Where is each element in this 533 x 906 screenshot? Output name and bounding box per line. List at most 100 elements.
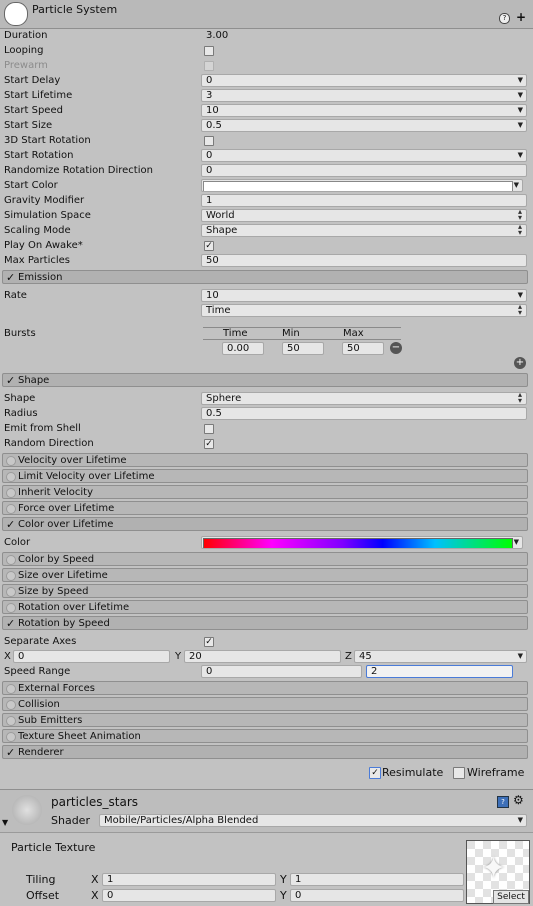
start-delay-field[interactable]: 0 ▼: [201, 74, 527, 87]
chevron-down-icon[interactable]: ▼: [518, 105, 523, 116]
looping-checkbox[interactable]: [204, 46, 214, 56]
color-gradient-field[interactable]: ▼: [201, 536, 523, 549]
module-toggle-icon[interactable]: [6, 555, 16, 565]
x-axis-label: X: [4, 651, 11, 662]
module-sub-emitters[interactable]: Sub Emitters: [2, 713, 528, 727]
module-texture-sheet-animation[interactable]: Texture Sheet Animation: [2, 729, 528, 743]
burst-min-field[interactable]: 50: [282, 342, 324, 355]
chevron-down-icon[interactable]: ▼: [514, 180, 519, 191]
offset-y-field[interactable]: 0: [290, 889, 464, 902]
module-toggle-icon[interactable]: [6, 472, 16, 482]
start-color-field[interactable]: ▼: [201, 179, 523, 192]
module-label: Size by Speed: [18, 586, 89, 597]
module-toggle-icon[interactable]: [6, 504, 16, 514]
resimulate-checkbox[interactable]: ✓: [369, 767, 381, 779]
start-color-swatch[interactable]: [203, 181, 513, 191]
module-rotation-over-lifetime[interactable]: Rotation over Lifetime: [2, 600, 528, 614]
max-particles-field[interactable]: 50: [201, 254, 527, 267]
module-shape[interactable]: ✓ Shape: [2, 373, 528, 387]
start-size-field[interactable]: 0.5 ▼: [201, 119, 527, 132]
foldout-arrow-icon[interactable]: ▼: [2, 818, 8, 827]
module-size-by-speed[interactable]: Size by Speed: [2, 584, 528, 598]
shape-select[interactable]: Sphere ▴ ▾: [201, 392, 527, 405]
burst-time-field[interactable]: 0.00: [222, 342, 264, 355]
remove-burst-icon[interactable]: −: [390, 342, 402, 354]
color-over-lifetime-checkbox-icon[interactable]: ✓: [6, 518, 15, 531]
chevron-down-icon[interactable]: ▼: [518, 651, 523, 662]
speed-range-max-field[interactable]: 2: [366, 665, 513, 678]
module-toggle-icon[interactable]: [6, 603, 16, 613]
module-size-over-lifetime[interactable]: Size over Lifetime: [2, 568, 528, 582]
material-help-icon[interactable]: ?: [497, 796, 509, 808]
texture-thumbnail[interactable]: ✦ Select: [466, 840, 530, 904]
shape-checkbox-icon[interactable]: ✓: [6, 374, 15, 387]
wireframe-checkbox[interactable]: [453, 767, 465, 779]
start-rotation-field[interactable]: 0 ▼: [201, 149, 527, 162]
renderer-checkbox-icon[interactable]: ✓: [6, 746, 15, 759]
module-renderer[interactable]: ✓ Renderer: [2, 745, 528, 759]
rate-field[interactable]: 10 ▼: [201, 289, 527, 302]
x-axis-field[interactable]: 0: [13, 650, 170, 663]
plus-icon[interactable]: +: [516, 11, 526, 23]
module-force-over-lifetime[interactable]: Force over Lifetime: [2, 501, 528, 515]
module-toggle-icon[interactable]: [6, 716, 16, 726]
emission-checkbox-icon[interactable]: ✓: [6, 271, 15, 284]
module-toggle-icon[interactable]: [6, 571, 16, 581]
duration-field[interactable]: 3.00: [201, 29, 527, 42]
emit-from-shell-checkbox[interactable]: [204, 424, 214, 434]
help-icon[interactable]: ?: [499, 13, 510, 24]
rotation-by-speed-checkbox-icon[interactable]: ✓: [6, 617, 15, 630]
simulation-space-label: Simulation Space: [4, 210, 91, 221]
module-velocity-over-lifetime[interactable]: Velocity over Lifetime: [2, 453, 528, 467]
gravity-field[interactable]: 1: [201, 194, 527, 207]
tiling-x-field[interactable]: 1: [102, 873, 276, 886]
module-toggle-icon[interactable]: [6, 700, 16, 710]
shader-select[interactable]: Mobile/Particles/Alpha Blended ▼: [99, 814, 527, 827]
module-limit-velocity[interactable]: Limit Velocity over Lifetime: [2, 469, 528, 483]
start-3d-rotation-checkbox[interactable]: [204, 136, 214, 146]
start-speed-field[interactable]: 10 ▼: [201, 104, 527, 117]
module-color-over-lifetime[interactable]: ✓ Color over Lifetime: [2, 517, 528, 531]
module-collision[interactable]: Collision: [2, 697, 528, 711]
radius-field[interactable]: 0.5: [201, 407, 527, 420]
module-toggle-icon[interactable]: [6, 587, 16, 597]
offset-x-field[interactable]: 0: [102, 889, 276, 902]
module-toggle-icon[interactable]: [6, 488, 16, 498]
chevron-down-icon[interactable]: ▼: [518, 75, 523, 86]
random-direction-checkbox[interactable]: ✓: [204, 439, 214, 449]
speed-range-min-field[interactable]: 0: [201, 665, 362, 678]
chevron-down-icon[interactable]: ▼: [518, 90, 523, 101]
chevron-down-icon[interactable]: ▼: [518, 120, 523, 131]
module-label: Limit Velocity over Lifetime: [18, 471, 155, 482]
separate-axes-checkbox[interactable]: ✓: [204, 637, 214, 647]
chevron-down-icon[interactable]: ▼: [518, 290, 523, 301]
scaling-mode-select[interactable]: Shape ▴ ▾: [201, 224, 527, 237]
randomize-rotation-label: Randomize Rotation Direction: [4, 165, 153, 176]
start-lifetime-field[interactable]: 3 ▼: [201, 89, 527, 102]
color-gradient-swatch[interactable]: [203, 538, 513, 548]
chevron-down-icon[interactable]: ▼: [518, 150, 523, 161]
gear-icon[interactable]: ⚙: [513, 793, 524, 807]
z-axis-field[interactable]: 45 ▼: [354, 650, 527, 663]
module-color-by-speed[interactable]: Color by Speed: [2, 552, 528, 566]
module-external-forces[interactable]: External Forces: [2, 681, 528, 695]
add-burst-icon[interactable]: +: [514, 357, 526, 369]
randomize-rotation-field[interactable]: 0: [201, 164, 527, 177]
module-toggle-icon[interactable]: [6, 456, 16, 466]
module-inherit-velocity[interactable]: Inherit Velocity: [2, 485, 528, 499]
module-toggle-icon[interactable]: [6, 732, 16, 742]
max-particles-label: Max Particles: [4, 255, 71, 266]
burst-max-field[interactable]: 50: [342, 342, 384, 355]
y-axis-field[interactable]: 20: [184, 650, 341, 663]
chevron-down-icon[interactable]: ▼: [514, 537, 519, 548]
module-rotation-by-speed[interactable]: ✓ Rotation by Speed: [2, 616, 528, 630]
chevron-down-icon[interactable]: ▼: [518, 815, 523, 826]
select-button[interactable]: Select: [493, 890, 529, 904]
simulation-space-select[interactable]: World ▴ ▾: [201, 209, 527, 222]
module-toggle-icon[interactable]: [6, 684, 16, 694]
tiling-y-field[interactable]: 1: [290, 873, 464, 886]
play-on-awake-checkbox[interactable]: ✓: [204, 241, 214, 251]
rate-unit-select[interactable]: Time ▴ ▾: [201, 304, 527, 317]
shape-label: Shape: [4, 393, 36, 404]
module-emission[interactable]: ✓ Emission: [2, 270, 528, 284]
